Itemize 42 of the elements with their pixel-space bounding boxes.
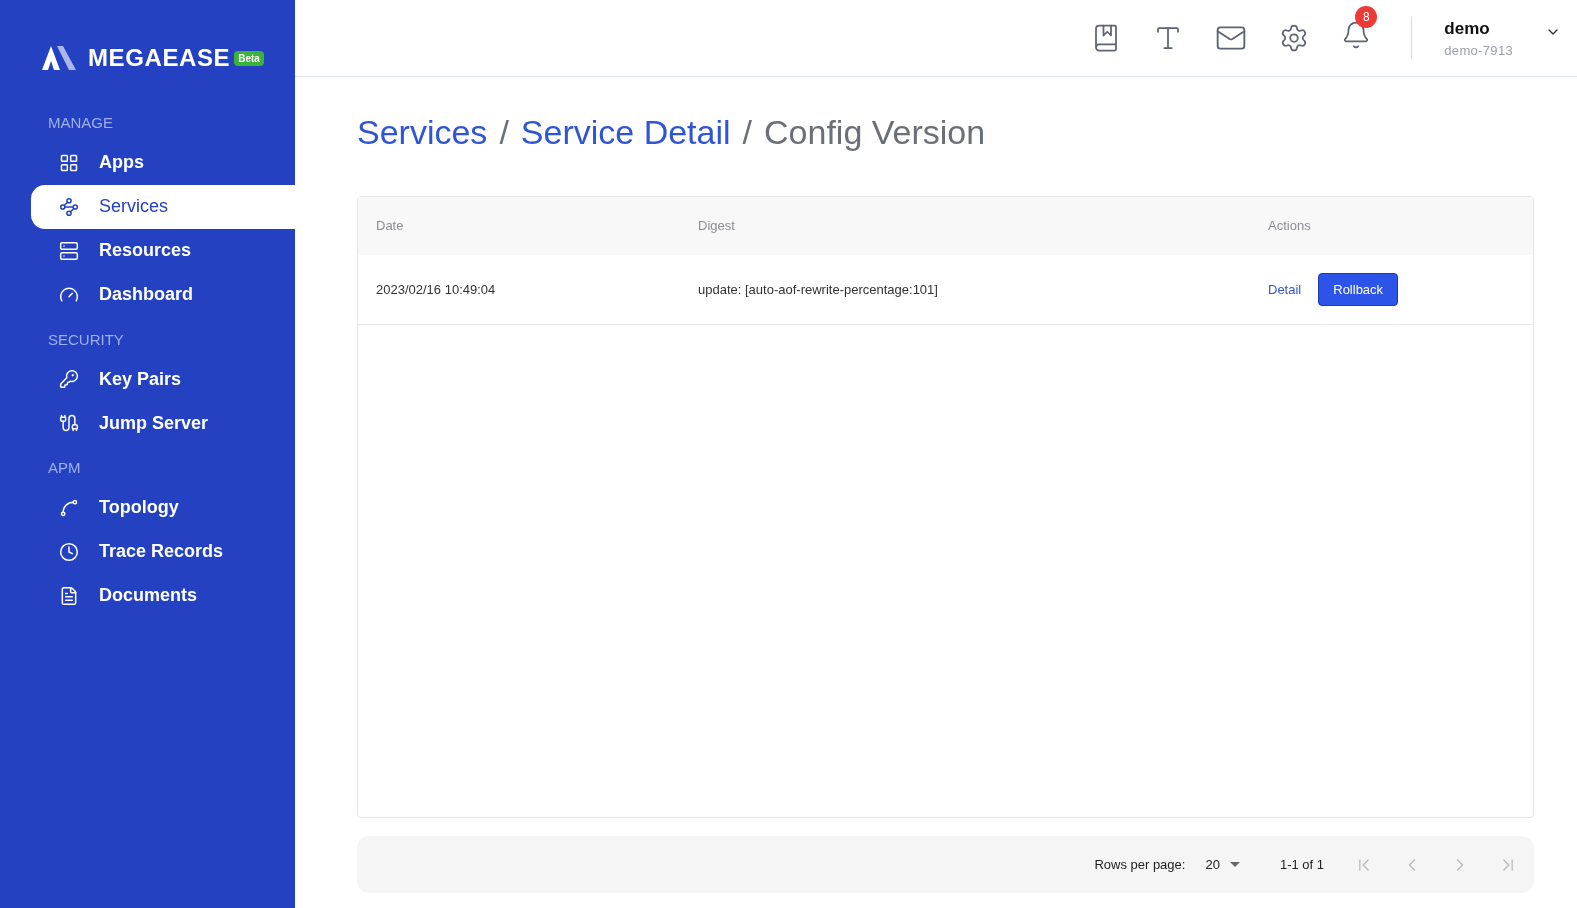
- sidebar-item[interactable]: Documents: [31, 573, 295, 618]
- logo-text: MEGAEASE: [88, 43, 231, 73]
- cable-icon: [59, 413, 79, 433]
- column-header: Actions: [1268, 217, 1312, 236]
- section-title: SECURITY: [47, 329, 125, 350]
- detail-link[interactable]: Detail: [1268, 279, 1302, 300]
- user-account: demo-7913: [1444, 42, 1513, 60]
- table-cell-text: 2023/02/16 10:49:04: [376, 280, 497, 299]
- key-icon: [59, 369, 79, 389]
- curve-icon: [59, 497, 79, 518]
- sidebar-item[interactable]: Apps: [31, 140, 295, 185]
- sidebar-item[interactable]: Resources: [31, 228, 295, 273]
- breadcrumb-separator: /: [742, 112, 753, 153]
- column-header: Digest: [698, 217, 736, 236]
- breadcrumb-link[interactable]: Service Detail: [520, 107, 731, 158]
- grid-icon: [59, 152, 79, 173]
- column-header: Date: [376, 217, 405, 236]
- sidebar-item[interactable]: Services: [31, 184, 295, 229]
- server-icon: [59, 240, 79, 261]
- document-icon: [59, 585, 79, 606]
- breadcrumb-link[interactable]: Services: [357, 107, 488, 158]
- rows-per-page-label: Rows per page:: [1094, 855, 1186, 874]
- sidebar-item[interactable]: Dashboard: [31, 272, 295, 317]
- breadcrumb-current: Config Version: [764, 112, 986, 153]
- breadcrumb-separator: /: [499, 112, 509, 153]
- beta-badge: Beta: [234, 50, 264, 66]
- table-cell-text: update: [auto-aof-rewrite-percentage:101]: [698, 280, 939, 299]
- rollback-button[interactable]: Rollback: [1318, 273, 1399, 306]
- sidebar-item[interactable]: Key Pairs: [31, 357, 295, 401]
- page-range: 1-1 of 1: [1279, 855, 1324, 874]
- sidebar-item[interactable]: Topology: [31, 485, 295, 530]
- clock-icon: [59, 541, 79, 562]
- rows-per-page-select[interactable]: 20: [1205, 854, 1240, 875]
- caret-icon: [1229, 862, 1240, 867]
- nodes-icon: [59, 196, 79, 217]
- section-title: APM: [47, 458, 82, 478]
- notification-count: 8: [1355, 5, 1378, 28]
- logo-icon: [42, 46, 76, 70]
- sidebar-item[interactable]: Jump Server: [31, 401, 295, 445]
- user-name: demo: [1444, 17, 1491, 40]
- sidebar-item[interactable]: Trace Records: [31, 529, 295, 574]
- section-title: MANAGE: [47, 113, 114, 133]
